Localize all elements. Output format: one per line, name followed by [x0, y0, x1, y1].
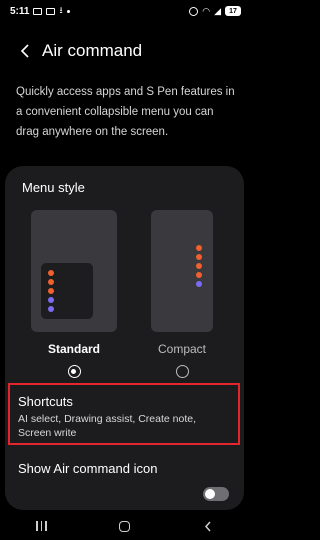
home-button[interactable] — [105, 514, 145, 538]
home-icon — [119, 520, 130, 532]
page-title: Air command — [42, 41, 143, 60]
screen: 5:11 ⭳ ◠ ◢ 17 Air command Quickly access… — [0, 0, 249, 540]
preview-dot — [196, 281, 202, 287]
recents-button[interactable] — [22, 514, 62, 538]
preview-dot — [48, 270, 54, 276]
status-right: ◠ ◢ 17 — [189, 6, 241, 17]
description-text: Quickly access apps and S Pen features i… — [16, 86, 235, 138]
standard-label: Standard — [47, 342, 100, 356]
preview-dot — [196, 254, 202, 260]
menu-style-label: Menu style — [22, 180, 85, 195]
compact-label: Compact — [157, 342, 207, 356]
compact-preview-image — [151, 210, 213, 332]
wifi-icon: ◠ — [202, 5, 211, 16]
status-time: 5:11 — [10, 5, 30, 17]
battery-icon: 17 — [225, 6, 241, 16]
preview-dot — [48, 297, 54, 303]
back-nav-button[interactable] — [188, 514, 228, 538]
preview-dot — [48, 279, 54, 285]
navigation-bar — [0, 512, 249, 540]
status-left: 5:11 ⭳ — [10, 3, 70, 19]
standard-preview-image — [31, 210, 117, 332]
status-bar: 5:11 ⭳ ◠ ◢ 17 — [0, 0, 249, 22]
recents-icon — [36, 521, 47, 531]
back-button[interactable] — [10, 36, 40, 66]
show-air-command-icon-toggle[interactable] — [203, 487, 229, 501]
shortcuts-title: Shortcuts — [18, 394, 73, 409]
menu-style-option-standard[interactable]: Standard — [31, 210, 117, 378]
back-icon — [204, 521, 211, 531]
shortcuts-summary: AI select, Drawing assist, Create note, … — [18, 413, 196, 439]
download-icon: ⭳ — [59, 5, 63, 15]
notification-dot-icon — [66, 9, 70, 13]
toggle-knob — [205, 489, 215, 499]
signal-icon: ◢ — [214, 5, 221, 16]
preview-dot — [48, 288, 54, 294]
preview-dot — [196, 263, 202, 269]
message-icon — [46, 7, 56, 15]
preview-dot — [196, 245, 202, 251]
gallery-icon — [33, 7, 43, 15]
preview-dot — [48, 306, 54, 312]
header: Air command — [0, 36, 249, 66]
standard-menu-panel — [41, 263, 93, 319]
preview-dot — [196, 272, 202, 278]
do-not-disturb-icon — [189, 6, 199, 16]
menu-style-option-compact[interactable]: Compact — [151, 210, 213, 378]
chevron-left-icon — [20, 44, 29, 58]
show-air-command-icon-label: Show Air command icon — [18, 461, 158, 476]
compact-radio[interactable] — [175, 365, 189, 378]
settings-card: Menu style Standard Compact — [5, 166, 244, 510]
standard-radio[interactable] — [67, 365, 81, 378]
shortcuts-setting[interactable]: Shortcuts AI select, Drawing assist, Cre… — [8, 383, 240, 445]
